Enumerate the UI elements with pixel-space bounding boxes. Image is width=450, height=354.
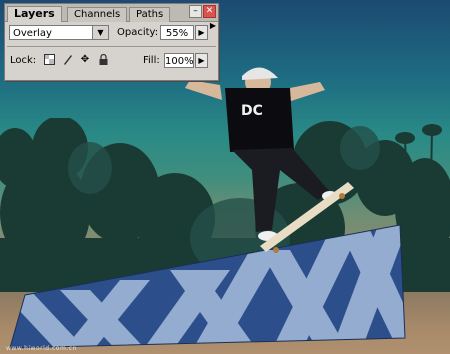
layers-palette: Layers Channels Paths – ✕ ▶ Overlay ▼ Op…: [4, 3, 219, 81]
watermark-text: www.hiworld.com.cn: [6, 345, 77, 352]
lock-paint-icon[interactable]: [61, 54, 73, 66]
fill-input[interactable]: 100%: [164, 53, 194, 68]
opacity-input[interactable]: 55%: [160, 25, 194, 40]
fill-label: Fill:: [143, 55, 160, 66]
palette-tab-bar: Layers Channels Paths – ✕: [5, 4, 218, 22]
lock-label: Lock:: [10, 55, 37, 66]
shirt-logo: DC: [241, 103, 263, 119]
opacity-slider-button[interactable]: ▶: [195, 25, 208, 40]
fill-slider-button[interactable]: ▶: [195, 53, 208, 68]
chevron-down-icon[interactable]: ▼: [92, 26, 108, 39]
tab-paths[interactable]: Paths: [129, 7, 171, 22]
tab-channels[interactable]: Channels: [67, 7, 128, 22]
lock-move-icon[interactable]: ✥: [79, 54, 91, 66]
blend-mode-value: Overlay: [13, 28, 52, 39]
opacity-label: Opacity:: [117, 27, 159, 38]
blend-mode-select[interactable]: Overlay ▼: [9, 25, 109, 40]
lock-all-icon[interactable]: [97, 53, 109, 66]
lock-transparent-icon[interactable]: [43, 54, 55, 66]
close-icon[interactable]: ✕: [203, 5, 216, 18]
divider: [7, 46, 216, 47]
minimize-icon[interactable]: –: [189, 5, 202, 18]
tab-layers[interactable]: Layers: [7, 6, 62, 22]
skater-figure: DC: [185, 67, 354, 253]
